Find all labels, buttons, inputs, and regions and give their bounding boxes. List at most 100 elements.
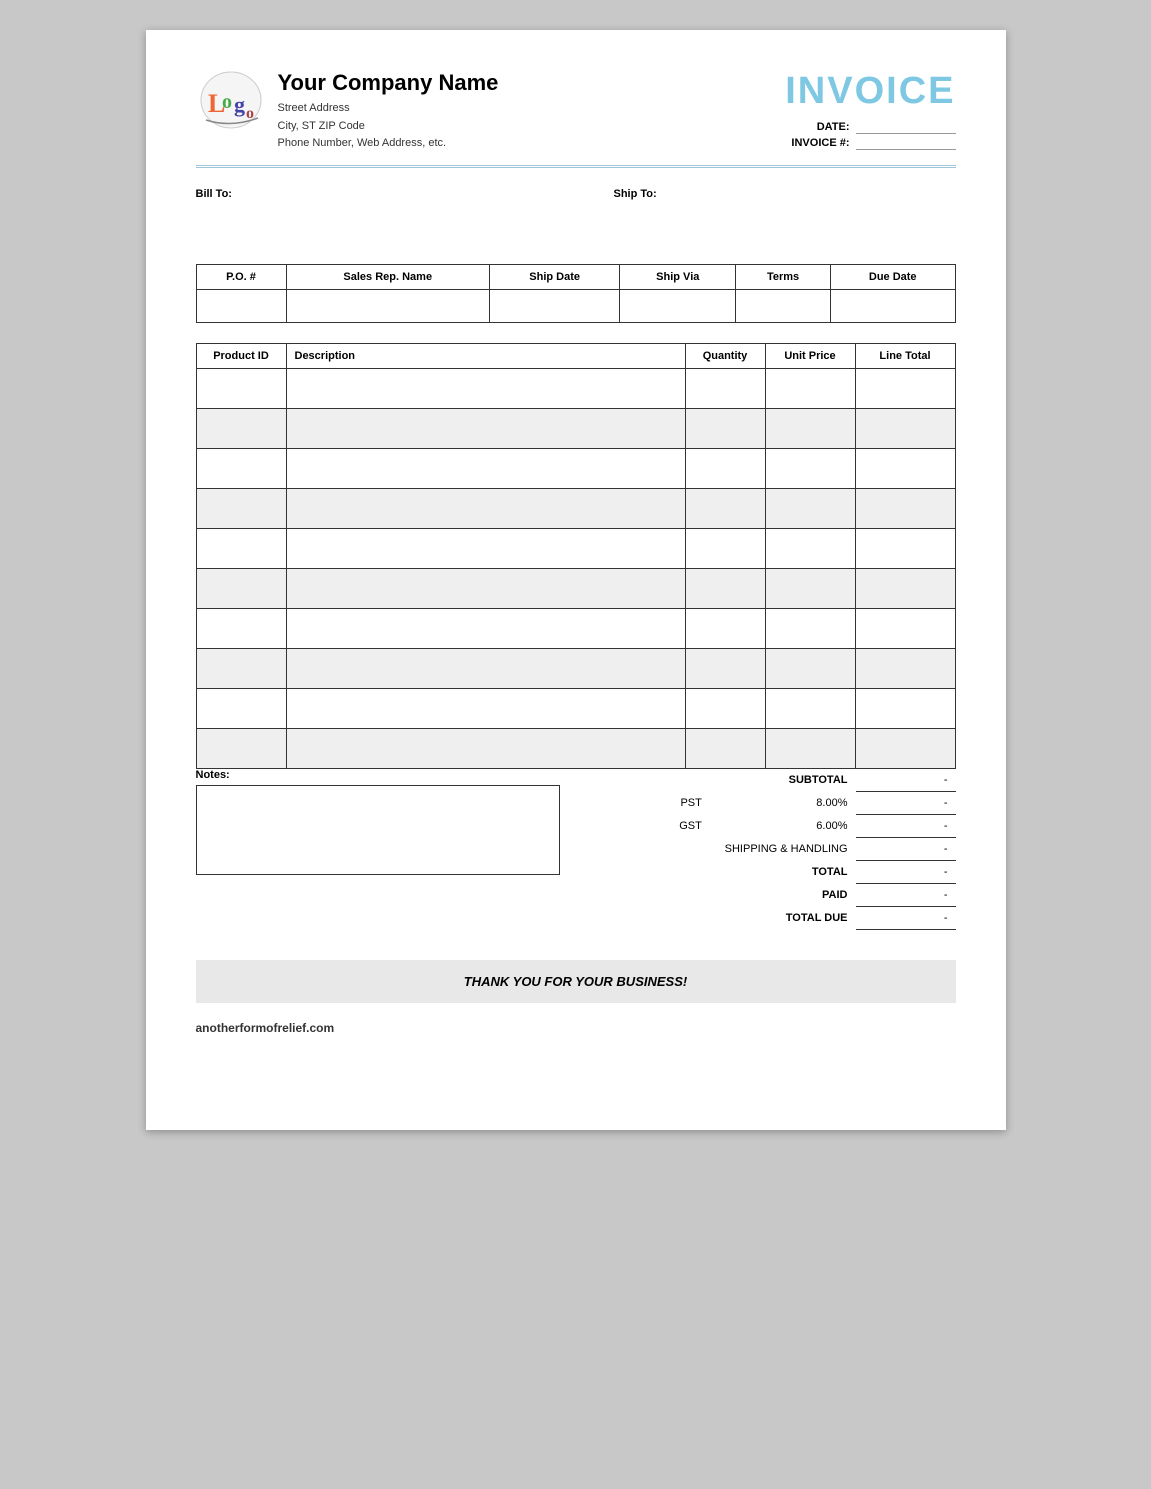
table-row xyxy=(196,609,955,649)
linetotal-cell xyxy=(855,409,955,449)
description-cell xyxy=(286,409,685,449)
date-label: DATE: xyxy=(817,121,850,134)
unitprice-cell xyxy=(765,409,855,449)
company-name: Your Company Name xyxy=(278,70,499,96)
thankyou-bar: THANK YOU FOR YOUR BUSINESS! xyxy=(196,960,956,1003)
notes-label: Notes: xyxy=(196,769,561,781)
col-description: Description xyxy=(286,344,685,369)
product-id-cell xyxy=(196,609,286,649)
company-info: Your Company Name Street Address City, S… xyxy=(278,70,499,153)
invoice-num-value xyxy=(856,137,956,150)
linetotal-cell xyxy=(855,449,955,489)
table-row xyxy=(196,529,955,569)
quantity-cell xyxy=(685,649,765,689)
unitprice-cell xyxy=(765,689,855,729)
svg-text:g: g xyxy=(234,92,245,117)
logo: L o g o xyxy=(196,70,266,135)
description-cell xyxy=(286,489,685,529)
footer-website: anotherformofrelief.com xyxy=(196,1021,335,1035)
gst-rate: 6.00% xyxy=(710,815,856,838)
unitprice-cell xyxy=(765,729,855,769)
ship-to-col: Ship To: xyxy=(614,188,956,204)
divider xyxy=(196,165,956,168)
quantity-cell xyxy=(685,409,765,449)
pst-label: PST xyxy=(591,792,710,815)
paid-label: PAID xyxy=(591,884,856,907)
totals-table: SUBTOTAL - PST 8.00% - GST 6.00% - SHIPP… xyxy=(591,769,956,930)
po-table: P.O. # Sales Rep. Name Ship Date Ship Vi… xyxy=(196,264,956,323)
table-row xyxy=(196,569,955,609)
product-id-cell xyxy=(196,689,286,729)
table-row xyxy=(196,689,955,729)
table-row xyxy=(196,449,955,489)
linetotal-cell xyxy=(855,529,955,569)
header-left: L o g o Your Company Name Street Address… xyxy=(196,70,499,153)
linetotal-cell xyxy=(855,689,955,729)
subtotal-label: SUBTOTAL xyxy=(591,769,856,792)
shipping-value: - xyxy=(856,838,956,861)
quantity-cell xyxy=(685,489,765,529)
gst-row: GST 6.00% - xyxy=(591,815,956,838)
bill-ship-row: Bill To: Ship To: xyxy=(196,188,956,204)
quantity-cell xyxy=(685,689,765,729)
total-due-value: - xyxy=(856,907,956,930)
description-cell xyxy=(286,649,685,689)
products-header-row: Product ID Description Quantity Unit Pri… xyxy=(196,344,955,369)
total-due-row: TOTAL DUE - xyxy=(591,907,956,930)
po-col-terms: Terms xyxy=(736,265,831,290)
date-value xyxy=(856,121,956,134)
date-row: DATE: xyxy=(785,121,955,134)
address-line1: Street Address xyxy=(278,100,499,118)
unitprice-cell xyxy=(765,649,855,689)
po-header-row: P.O. # Sales Rep. Name Ship Date Ship Vi… xyxy=(196,265,955,290)
unitprice-cell xyxy=(765,489,855,529)
total-label: TOTAL xyxy=(591,861,856,884)
product-id-cell xyxy=(196,489,286,529)
linetotal-cell xyxy=(855,649,955,689)
subtotal-value: - xyxy=(856,769,956,792)
quantity-cell xyxy=(685,609,765,649)
pst-rate: 8.00% xyxy=(710,792,856,815)
ship-to-label: Ship To: xyxy=(614,188,956,200)
col-productid: Product ID xyxy=(196,344,286,369)
unitprice-cell xyxy=(765,449,855,489)
unitprice-cell xyxy=(765,369,855,409)
notes-box[interactable] xyxy=(196,785,561,875)
shipping-row: SHIPPING & HANDLING - xyxy=(591,838,956,861)
invoice-page: L o g o Your Company Name Street Address… xyxy=(146,30,1006,1130)
invoice-title-meta: INVOICE DATE: INVOICE #: xyxy=(785,70,955,153)
description-cell xyxy=(286,529,685,569)
quantity-cell xyxy=(685,369,765,409)
product-id-cell xyxy=(196,369,286,409)
table-row xyxy=(196,369,955,409)
description-cell xyxy=(286,609,685,649)
table-row xyxy=(196,649,955,689)
description-cell xyxy=(286,369,685,409)
po-col-shipvia: Ship Via xyxy=(620,265,736,290)
description-cell xyxy=(286,689,685,729)
bill-to-col: Bill To: xyxy=(196,188,538,204)
po-val-salesrep xyxy=(286,290,489,323)
po-val-shipdate xyxy=(489,290,619,323)
invoice-num-label: INVOICE #: xyxy=(791,137,849,150)
linetotal-cell xyxy=(855,609,955,649)
shipping-label: SHIPPING & HANDLING xyxy=(591,838,856,861)
po-col-duedate: Due Date xyxy=(830,265,955,290)
notes-col: Notes: xyxy=(196,769,561,875)
unitprice-cell xyxy=(765,609,855,649)
subtotal-row: SUBTOTAL - xyxy=(591,769,956,792)
products-table: Product ID Description Quantity Unit Pri… xyxy=(196,343,956,769)
paid-value: - xyxy=(856,884,956,907)
product-id-cell xyxy=(196,529,286,569)
paid-row: PAID - xyxy=(591,884,956,907)
product-id-cell xyxy=(196,729,286,769)
bill-to-label: Bill To: xyxy=(196,188,538,200)
table-row xyxy=(196,489,955,529)
quantity-cell xyxy=(685,529,765,569)
po-col-salesrep: Sales Rep. Name xyxy=(286,265,489,290)
product-id-cell xyxy=(196,409,286,449)
po-col-shipdate: Ship Date xyxy=(489,265,619,290)
col-linetotal: Line Total xyxy=(855,344,955,369)
po-data-row xyxy=(196,290,955,323)
description-cell xyxy=(286,449,685,489)
